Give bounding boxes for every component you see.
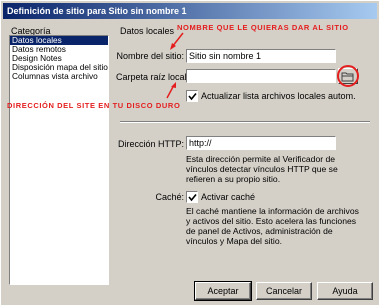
check-icon	[188, 193, 197, 202]
section-title: Datos locales	[120, 26, 175, 36]
cache-checkbox-label: Activar caché	[201, 192, 256, 202]
sidebar-item-datos-remotos[interactable]: Datos remotos	[10, 45, 108, 54]
ok-button[interactable]: Aceptar	[194, 281, 252, 301]
category-list: Datos locales Datos remotos Design Notes…	[9, 35, 109, 285]
sidebar-item-design-notes[interactable]: Design Notes	[10, 54, 108, 63]
cache-checkbox[interactable]	[186, 191, 198, 203]
site-name-input[interactable]: Sitio sin nombre 1	[186, 49, 336, 63]
divider	[120, 121, 370, 123]
cache-label: Caché:	[155, 192, 184, 202]
window-title: Definición de sitio para Sitio sin nombr…	[3, 3, 377, 19]
annotation-arrow-icon	[170, 32, 184, 50]
sidebar-item-site-map-layout[interactable]: Disposición mapa del sitio	[10, 63, 108, 72]
cache-description: El caché mantiene la información de arch…	[186, 206, 359, 246]
help-button[interactable]: Ayuda	[317, 282, 373, 300]
http-label: Dirección HTTP:	[117, 139, 184, 149]
http-description: Esta dirección permite al Verificador de…	[186, 154, 338, 184]
check-icon	[188, 92, 197, 101]
annotation-site-name: NOMBRE QUE LE QUIERAS DAR AL SITIO	[177, 23, 349, 32]
annotation-root-folder: DIRECCIÓN DEL SITE EN TU DISCO DURO	[7, 101, 181, 110]
annotation-arrow-up-icon	[166, 82, 176, 99]
http-address-input[interactable]: http://	[186, 136, 336, 150]
annotation-circle	[337, 65, 359, 87]
site-name-label: Nombre del sitio:	[116, 51, 184, 61]
refresh-checkbox[interactable]	[186, 90, 198, 102]
root-folder-input[interactable]	[186, 69, 336, 83]
sidebar-item-file-view-columns[interactable]: Columnas vista archivo	[10, 72, 108, 81]
refresh-checkbox-label: Actualizar lista archivos locales autom.	[201, 91, 356, 101]
site-definition-dialog: Definición de sitio para Sitio sin nombr…	[0, 0, 380, 306]
cancel-button[interactable]: Cancelar	[256, 282, 312, 300]
sidebar-item-datos-locales[interactable]: Datos locales	[10, 36, 108, 45]
